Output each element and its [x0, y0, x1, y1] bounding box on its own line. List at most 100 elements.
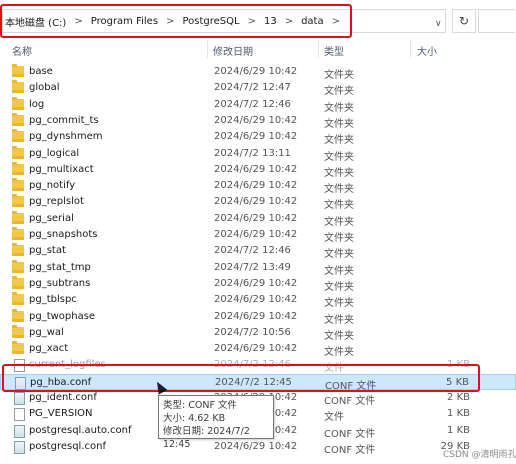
folder-icon — [12, 292, 24, 306]
tooltip-date: 修改日期: 2024/7/2 12:45 — [163, 426, 250, 450]
file-name: pg_commit_ts — [29, 114, 99, 126]
file-type: 文件夹 — [324, 151, 354, 163]
file-type: 文件夹 — [324, 102, 354, 114]
file-row[interactable]: pg_wal 2024/7/2 10:56 文件夹 — [0, 324, 516, 342]
breadcrumb-separator: > — [284, 15, 294, 27]
conf-file-icon — [15, 376, 26, 390]
file-row[interactable]: pg_multixact 2024/6/29 10:42 文件夹 — [0, 161, 516, 179]
file-row[interactable]: pg_xact 2024/6/29 10:42 文件夹 — [0, 341, 516, 359]
address-bar: 本地磁盘 (C:) > Program Files > PostgreSQL >… — [0, 6, 516, 36]
file-row[interactable]: base 2024/6/29 10:42 文件夹 — [0, 64, 516, 81]
file-type: 文件夹 — [324, 314, 354, 326]
folder-icon — [12, 80, 24, 94]
folder-icon — [12, 227, 24, 240]
file-row[interactable]: current_logfiles 2024/7/2 12:46 文件 1 KB — [0, 357, 516, 375]
column-date[interactable]: 修改日期 — [213, 43, 253, 58]
file-row[interactable]: pg_commit_ts 2024/6/29 10:42 文件夹 — [0, 112, 516, 130]
conf-file-icon — [14, 424, 25, 438]
file-row[interactable]: pg_logical 2024/7/2 13:11 文件夹 — [0, 145, 516, 163]
breadcrumb-item-13[interactable]: 13 — [264, 16, 277, 27]
file-type: 文件夹 — [324, 298, 354, 310]
file-type: 文件夹 — [324, 281, 354, 293]
file-row[interactable]: pg_hba.conf 2024/7/2 12:45 CONF 文件 5 KB — [0, 373, 516, 392]
file-name: global — [29, 82, 60, 94]
file-date: 2024/6/29 10:42 — [214, 343, 298, 355]
file-size: 1 KB — [447, 424, 470, 436]
file-date: 2024/7/2 12:46 — [214, 98, 291, 110]
column-size[interactable]: 大小 — [417, 43, 437, 58]
column-type[interactable]: 类型 — [324, 43, 344, 58]
folder-icon — [12, 194, 24, 208]
file-row[interactable]: pg_stat 2024/7/2 12:46 文件夹 — [0, 243, 516, 260]
breadcrumb-separator: > — [247, 15, 256, 27]
file-row[interactable]: pg_replslot 2024/6/29 10:42 文件夹 — [0, 194, 516, 211]
folder-icon — [12, 64, 24, 77]
column-name[interactable]: 名称 — [12, 43, 32, 58]
refresh-icon: ↻ — [458, 14, 470, 28]
file-date: 2024/7/2 10:56 — [214, 326, 291, 338]
file-date: 2024/6/29 10:42 — [214, 163, 298, 175]
file-size: 2 KB — [447, 392, 470, 403]
file-row[interactable]: log 2024/7/2 12:46 文件夹 — [0, 96, 516, 114]
folder-icon — [12, 243, 24, 257]
folder-icon — [12, 96, 24, 110]
file-date: 2024/7/2 13:49 — [214, 261, 291, 273]
file-date: 2024/6/29 10:42 — [214, 294, 298, 306]
file-name: pg_serial — [29, 212, 74, 224]
file-type: 文件夹 — [324, 135, 354, 147]
file-row[interactable]: pg_tblspc 2024/6/29 10:42 文件夹 — [0, 292, 516, 310]
file-type: 文件夹 — [324, 330, 354, 342]
file-type: 文件 — [324, 363, 344, 375]
folder-icon — [12, 308, 24, 322]
column-divider[interactable] — [410, 40, 411, 58]
file-row[interactable]: global 2024/7/2 12:47 文件夹 — [0, 80, 516, 97]
folder-icon — [12, 275, 24, 289]
file-date: 2024/6/29 10:42 — [214, 277, 298, 289]
search-input[interactable] — [478, 9, 515, 33]
file-row[interactable]: pg_subtrans 2024/6/29 10:42 文件夹 — [0, 275, 516, 293]
file-type: CONF 文件 — [324, 444, 376, 456]
watermark: CSDN @清明雨孔 — [443, 450, 516, 460]
file-type: CONF 文件 — [324, 428, 376, 440]
file-size: 1 KB — [447, 408, 470, 420]
file-name: log — [29, 98, 45, 110]
breadcrumb-item-data[interactable]: data — [301, 16, 324, 27]
file-row[interactable]: pg_stat_tmp 2024/7/2 13:49 文件夹 — [0, 259, 516, 277]
file-row[interactable]: pg_serial 2024/6/29 10:42 文件夹 — [0, 210, 516, 228]
folder-icon — [12, 129, 24, 143]
folder-icon — [12, 259, 24, 273]
file-type: 文件夹 — [324, 347, 354, 359]
file-tooltip: 类型: CONF 文件 大小: 4.62 KB 修改日期: 2024/7/2 1… — [158, 395, 274, 450]
breadcrumb-item-postgresql[interactable]: PostgreSQL — [182, 16, 239, 27]
file-name: pg_stat — [29, 245, 66, 257]
file-name: pg_replslot — [29, 196, 84, 208]
file-row[interactable]: pg_notify 2024/6/29 10:42 文件夹 — [0, 178, 516, 195]
folder-icon — [12, 161, 24, 175]
breadcrumb-separator: > — [74, 15, 83, 27]
file-size: 1 KB — [447, 359, 470, 371]
breadcrumb-item-program-files[interactable]: Program Files — [91, 16, 158, 27]
file-type: 文件夹 — [324, 233, 354, 244]
file-name: postgresql.auto.conf — [29, 424, 132, 436]
file-row[interactable]: pg_dynshmem 2024/6/29 10:42 文件夹 — [0, 129, 516, 147]
file-name: pg_logical — [29, 147, 80, 159]
file-date: 2024/6/29 10:42 — [214, 114, 298, 126]
column-divider[interactable] — [318, 40, 319, 58]
breadcrumb-item-drive[interactable]: 本地磁盘 (C:) — [5, 14, 66, 29]
file-row[interactable]: pg_snapshots 2024/6/29 10:42 文件夹 — [0, 227, 516, 244]
breadcrumb-separator: > — [166, 15, 175, 27]
file-date: 2024/6/29 10:42 — [214, 196, 298, 208]
file-date: 2024/6/29 10:42 — [214, 180, 298, 192]
file-date: 2024/7/2 12:46 — [214, 245, 291, 257]
address-input[interactable]: 本地磁盘 (C:) > Program Files > PostgreSQL >… — [2, 9, 446, 33]
file-name: pg_subtrans — [29, 277, 91, 289]
file-type: 文件夹 — [324, 216, 354, 228]
file-row[interactable]: pg_twophase 2024/6/29 10:42 文件夹 — [0, 308, 516, 326]
file-name: current_logfiles — [29, 359, 106, 371]
chevron-down-icon[interactable]: ∨ — [435, 19, 442, 29]
column-divider[interactable] — [207, 40, 208, 58]
refresh-button[interactable]: ↻ — [452, 9, 476, 33]
file-date: 2024/6/29 10:42 — [214, 310, 298, 322]
tooltip-size: 大小: 4.62 KB — [163, 413, 226, 424]
file-size: 5 KB — [446, 376, 469, 388]
